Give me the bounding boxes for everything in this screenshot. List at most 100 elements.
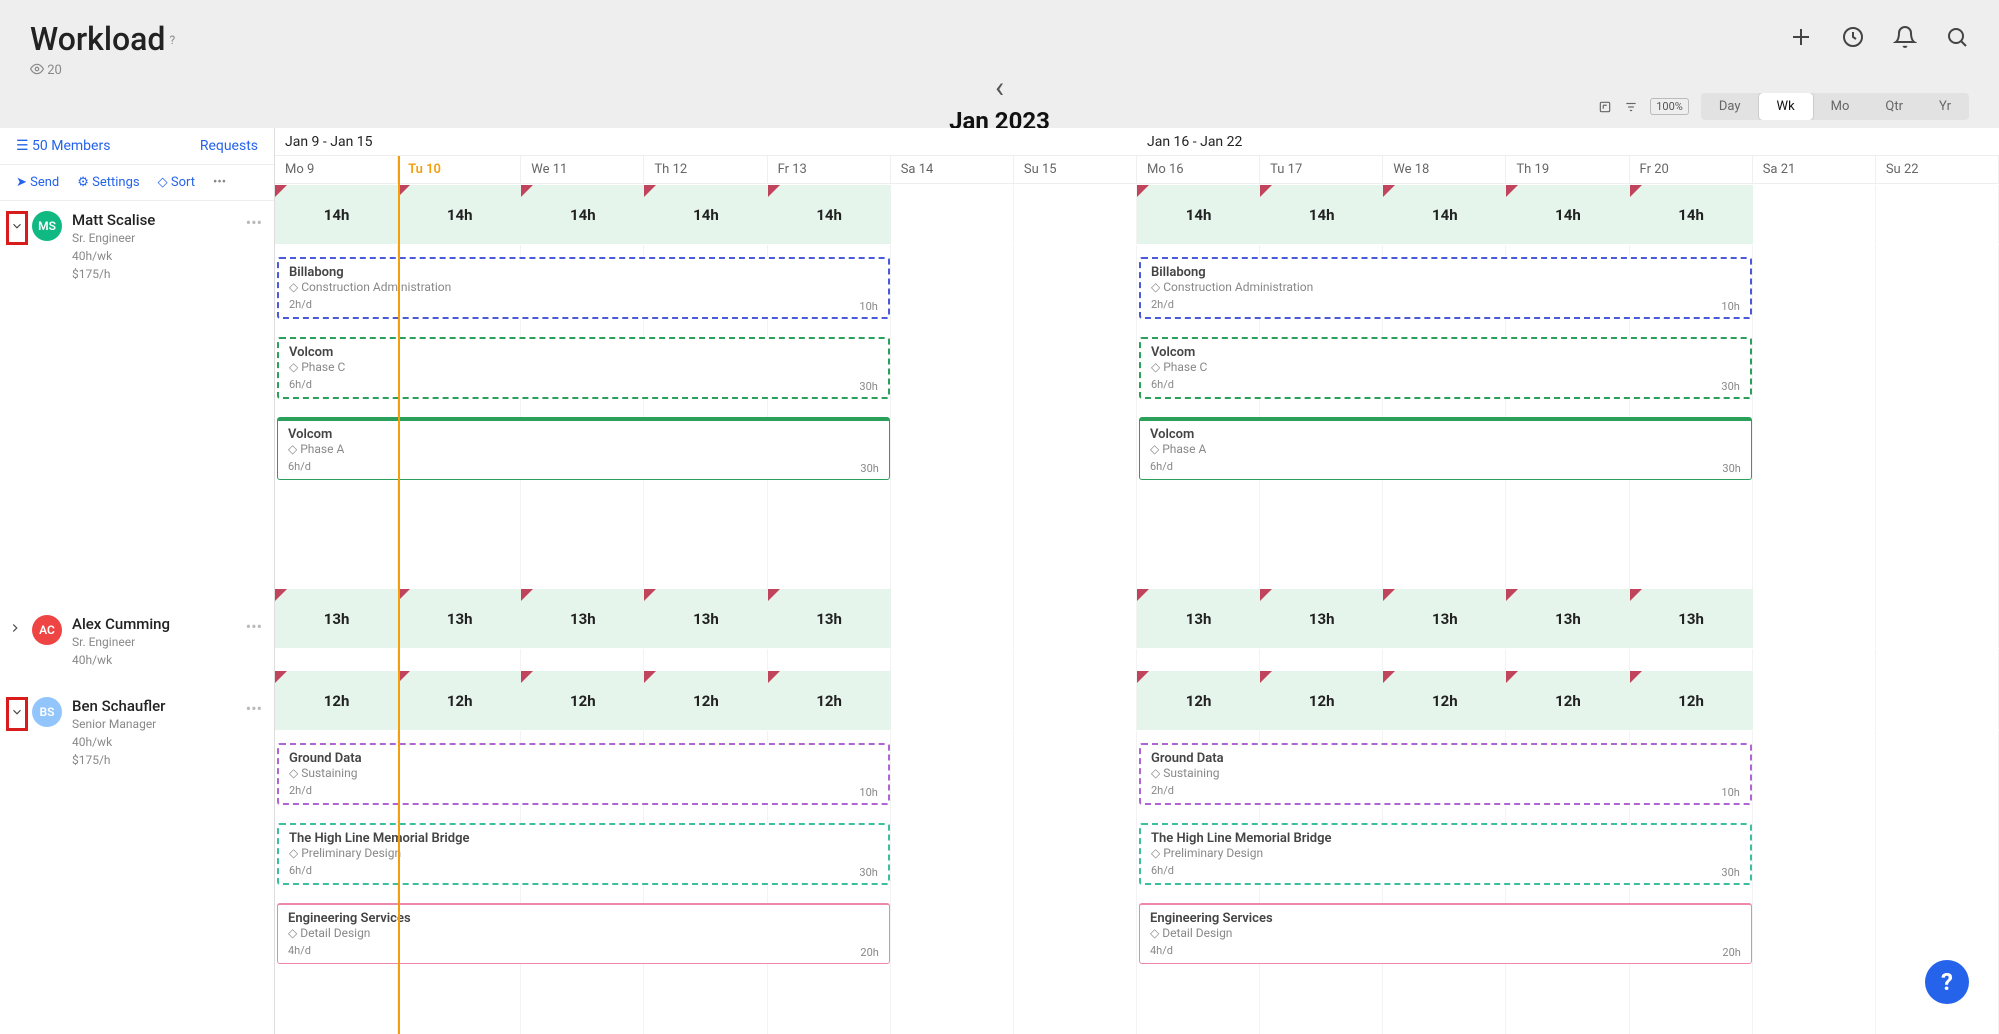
task-card[interactable]: Engineering Services Detail Design 4h/d … [1139,903,1752,964]
hours-cell[interactable]: 13h [1630,589,1753,649]
task-card[interactable]: The High Line Memorial Bridge Preliminar… [1139,823,1752,885]
title-help-badge[interactable]: ? [169,33,175,47]
hours-cell[interactable] [1014,185,1137,245]
hours-cell[interactable] [891,671,1014,731]
hours-cell[interactable] [891,185,1014,245]
help-fab[interactable]: ? [1925,960,1969,1004]
hours-cell[interactable] [891,589,1014,649]
hours-cell[interactable] [1753,589,1876,649]
add-icon[interactable] [1789,25,1813,49]
clock-icon[interactable] [1841,25,1865,49]
hours-cell[interactable]: 13h [398,589,521,649]
member-role: Sr. Engineer [72,633,170,651]
hours-cell[interactable] [1876,589,1999,649]
hours-cell[interactable]: 12h [1260,671,1383,731]
member-rate: $175/h [72,751,165,769]
hours-cell[interactable]: 13h [275,589,398,649]
members-count-link[interactable]: ☰ 50 Members [16,138,110,154]
hours-cell[interactable]: 13h [1137,589,1260,649]
granularity-month[interactable]: Mo [1813,93,1868,120]
filter-icon[interactable] [1624,100,1638,114]
sidebar-more-icon[interactable]: ••• [213,175,226,190]
member-more-icon[interactable]: ••• [246,699,262,718]
hours-cell[interactable]: 14h [1630,185,1753,245]
hours-cell[interactable] [1014,671,1137,731]
day-column-header: Fr 13 [768,156,891,183]
hours-cell[interactable]: 12h [521,671,644,731]
hours-cell[interactable]: 14h [768,185,891,245]
hours-cell[interactable] [1753,185,1876,245]
hours-cell[interactable]: 14h [1260,185,1383,245]
member-name[interactable]: Matt Scalise [72,211,155,229]
day-column-header: We 11 [521,156,644,183]
hours-cell[interactable] [1753,671,1876,731]
day-column-header: Su 22 [1876,156,1999,183]
hours-cell[interactable] [1876,671,1999,731]
export-icon[interactable] [1598,100,1612,114]
member-hours: 40h/wk [72,651,170,669]
hours-cell[interactable]: 12h [1383,671,1506,731]
hours-cell[interactable]: 12h [1137,671,1260,731]
requests-link[interactable]: Requests [200,138,258,154]
hours-cell[interactable]: 12h [275,671,398,731]
hours-cell[interactable] [1876,185,1999,245]
timeline[interactable]: Jan 9 - Jan 15 Jan 16 - Jan 22 Mo 9Tu 10… [275,128,1999,1034]
hours-cell[interactable]: 14h [521,185,644,245]
task-card[interactable]: Ground Data Sustaining 2h/d 10h [277,743,890,805]
hours-cell[interactable]: 14h [1506,185,1629,245]
hours-cell[interactable]: 12h [398,671,521,731]
task-card[interactable]: Volcom Phase C 6h/d 30h [277,337,890,399]
sort-button[interactable]: ◇ Sort [158,175,195,190]
hours-cell[interactable]: 14h [1383,185,1506,245]
hours-cell[interactable]: 12h [768,671,891,731]
task-card[interactable]: Engineering Services Detail Design 4h/d … [277,903,890,964]
hours-cell[interactable]: 13h [1383,589,1506,649]
hours-cell[interactable] [1014,589,1137,649]
granularity-week[interactable]: Wk [1759,93,1813,120]
settings-button[interactable]: ⚙ Settings [77,175,139,190]
send-button[interactable]: ➤ Send [16,175,59,190]
hours-cell[interactable]: 12h [1506,671,1629,731]
task-card[interactable]: The High Line Memorial Bridge Preliminar… [277,823,890,885]
task-card[interactable]: Volcom Phase A 6h/d 30h [277,417,890,480]
avatar[interactable]: MS [32,211,62,241]
hours-cell[interactable]: 14h [644,185,767,245]
granularity-day[interactable]: Day [1701,93,1759,120]
granularity-year[interactable]: Yr [1921,93,1969,120]
chevron-down-icon[interactable] [8,699,26,729]
prev-month-button[interactable]: ‹ [955,70,1044,105]
zoom-level[interactable]: 100% [1650,98,1689,115]
task-card[interactable]: Billabong Construction Administration 2h… [277,257,890,319]
chevron-right-icon[interactable] [8,615,26,677]
member-row-matt: MS Matt Scalise Sr. Engineer 40h/wk $175… [0,201,274,605]
member-name[interactable]: Alex Cumming [72,615,170,633]
member-more-icon[interactable]: ••• [246,617,262,636]
day-column-header: Tu 17 [1260,156,1383,183]
member-row-ben: BS Ben Schaufler Senior Manager 40h/wk $… [0,687,274,1029]
member-name[interactable]: Ben Schaufler [72,697,165,715]
hours-cell[interactable]: 14h [275,185,398,245]
avatar[interactable]: BS [32,697,62,727]
avatar[interactable]: AC [32,615,62,645]
search-icon[interactable] [1945,25,1969,49]
members-sidebar: ☰ 50 Members Requests ➤ Send ⚙ Settings … [0,128,275,1034]
task-card[interactable]: Volcom Phase C 6h/d 30h [1139,337,1752,399]
hours-cell[interactable]: 13h [1506,589,1629,649]
granularity-quarter[interactable]: Qtr [1867,93,1921,120]
chevron-down-icon[interactable] [8,213,26,243]
hours-cell[interactable]: 12h [1630,671,1753,731]
task-card[interactable]: Billabong Construction Administration 2h… [1139,257,1752,319]
hours-cell[interactable]: 13h [768,589,891,649]
hours-cell[interactable]: 14h [398,185,521,245]
member-hours: 40h/wk [72,247,155,265]
day-column-header: Sa 14 [891,156,1014,183]
member-more-icon[interactable]: ••• [246,213,262,232]
task-card[interactable]: Volcom Phase A 6h/d 30h [1139,417,1752,480]
bell-icon[interactable] [1893,25,1917,49]
hours-cell[interactable]: 13h [1260,589,1383,649]
hours-cell[interactable]: 13h [644,589,767,649]
hours-cell[interactable]: 12h [644,671,767,731]
hours-cell[interactable]: 13h [521,589,644,649]
task-card[interactable]: Ground Data Sustaining 2h/d 10h [1139,743,1752,805]
hours-cell[interactable]: 14h [1137,185,1260,245]
